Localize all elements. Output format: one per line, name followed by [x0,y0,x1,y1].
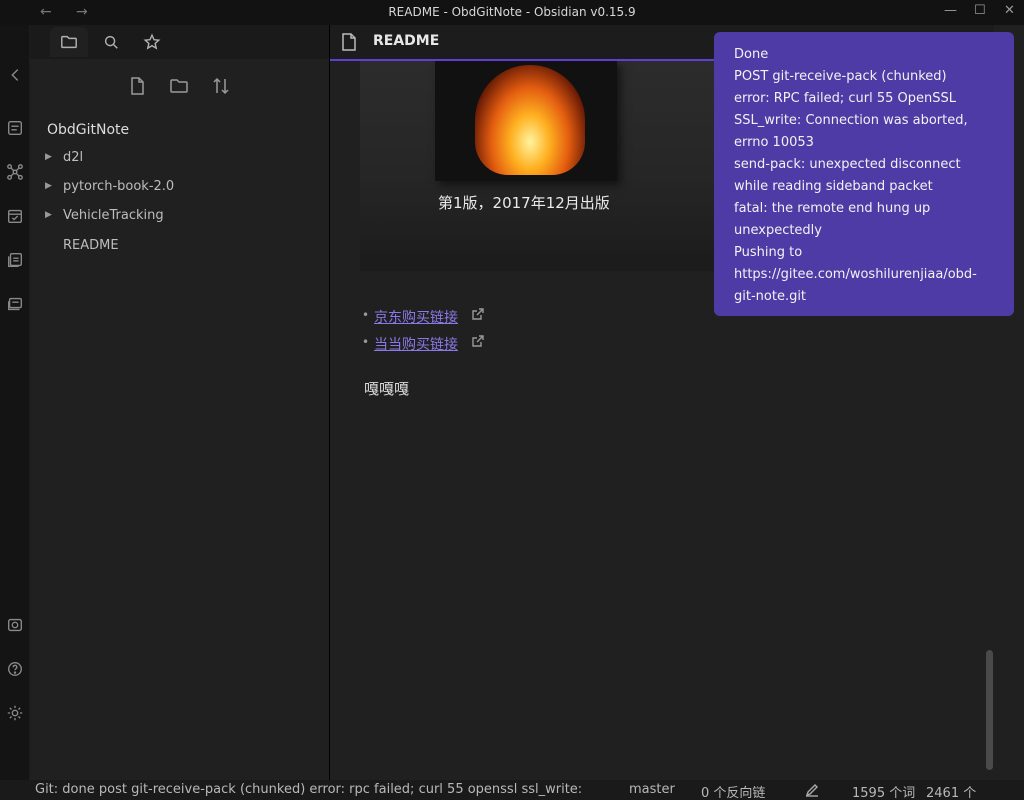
view-header-title[interactable]: README [373,33,439,49]
vault-name[interactable]: ObdGitNote [47,122,129,138]
git-branch[interactable]: master [629,782,675,797]
title-bar: ← → README - ObdGitNote - Obsidian v0.15… [0,0,1024,25]
tree-item-label: pytorch-book-2.0 [63,179,175,194]
collapse-arrow-icon[interactable]: ▶ [45,210,52,220]
notice-text: Done POST git-receive-pack (chunked) err… [734,47,977,304]
book-cover-image: 第1版，2017年12月出版 [360,61,744,271]
image-caption: 第1版，2017年12月出版 [438,194,610,212]
external-link-icon [472,308,484,324]
tree-item-label: VehicleTracking [63,208,164,223]
window-title: README - ObdGitNote - Obsidian v0.15.9 [388,5,636,19]
bullet: • [362,308,370,322]
tree-folder-vehicletracking[interactable]: ▶ VehicleTracking [30,206,329,228]
collapse-chevron-icon[interactable] [5,65,25,85]
maximize-icon[interactable]: ☐ [974,3,986,18]
git-notice-popup[interactable]: Done POST git-receive-pack (chunked) err… [714,32,1014,316]
collapse-arrow-icon[interactable]: ▶ [45,152,52,162]
flame-graphic [475,65,585,175]
close-icon[interactable]: ✕ [1004,3,1015,18]
dangdang-purchase-link[interactable]: 当当购买链接 [374,334,458,354]
sort-order-icon[interactable] [208,73,234,99]
star-icon [143,33,161,50]
sidebar-tab-bar [30,25,329,59]
ribbon [0,25,30,780]
minimize-icon[interactable]: — [944,3,957,18]
collapse-arrow-icon[interactable]: ▶ [45,181,52,191]
tree-folder-pytorch-book[interactable]: ▶ pytorch-book-2.0 [30,177,329,199]
new-folder-icon[interactable] [166,73,192,99]
daily-note-calendar-icon[interactable] [5,206,25,226]
folder-icon [61,35,77,49]
file-explorer-tab[interactable] [50,27,88,57]
jd-purchase-link[interactable]: 京东购买链接 [374,307,458,327]
new-note-icon[interactable] [124,73,150,99]
tree-file-readme[interactable]: README [30,236,329,258]
bullet: • [362,335,370,349]
char-count: 2461 个 [926,786,977,800]
search-tab[interactable] [92,27,130,57]
help-icon[interactable] [5,659,25,679]
starred-tab[interactable] [133,27,171,57]
tree-folder-d2l[interactable]: ▶ d2l [30,148,329,170]
settings-gear-icon[interactable] [5,703,25,723]
book-cover [435,61,617,181]
scrollbar-thumb[interactable] [986,650,993,770]
external-link-icon [472,335,484,351]
word-count: 1595 个词 [852,786,916,800]
status-bar: Git: done post git-receive-pack (chunked… [0,780,1024,800]
edit-pencil-icon[interactable] [805,783,819,800]
left-sidebar: ObdGitNote ▶ d2l ▶ pytorch-book-2.0 ▶ Ve… [30,25,329,780]
file-icon[interactable] [341,33,357,55]
tree-item-label: README [63,238,119,253]
open-vault-icon[interactable] [5,615,25,635]
open-quick-switcher-icon[interactable] [5,118,25,138]
templates-icon[interactable] [5,250,25,270]
file-explorer-actions [30,73,329,99]
backlinks-count[interactable]: 0 个反向链 [701,782,765,800]
slides-icon[interactable] [5,294,25,314]
graph-view-icon[interactable] [5,162,25,182]
paragraph: 嘎嘎嘎 [364,380,410,398]
tree-item-label: d2l [63,150,84,165]
git-status-message[interactable]: Git: done post git-receive-pack (chunked… [35,782,582,797]
search-icon [104,35,118,49]
